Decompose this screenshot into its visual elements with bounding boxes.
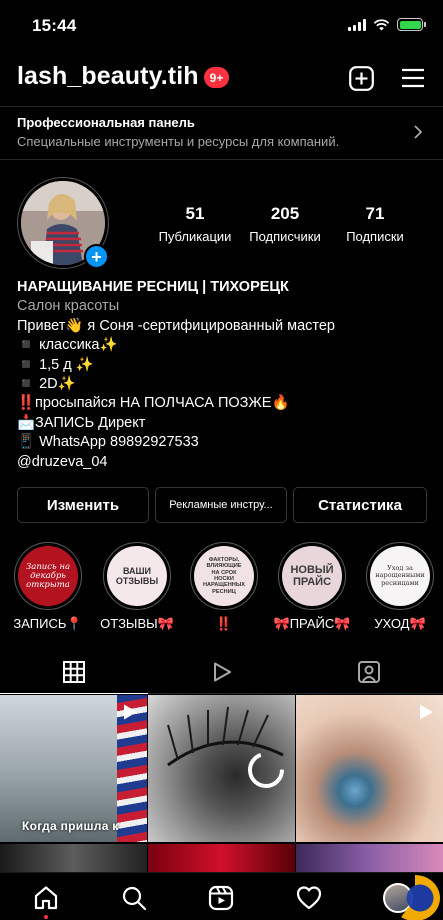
bio-line: ◾️ 2D✨ xyxy=(17,376,76,393)
stat-posts-label: Публикации xyxy=(158,229,232,244)
post-thumbnail[interactable] xyxy=(0,844,147,874)
tab-grid[interactable] xyxy=(0,650,148,694)
bio-line: ◾️ 1,5 д ✨ xyxy=(17,356,94,373)
highlight-reviews[interactable]: ВАШИ ОТЗЫВЫ ОТЗЫВЫ🎀 xyxy=(97,542,177,632)
highlight-booking[interactable]: Запись на декабрь открыта ЗАПИСЬ📍 xyxy=(8,542,88,632)
stat-followers-value: 205 xyxy=(270,204,300,223)
pro-panel-title: Профессиональная панель xyxy=(17,115,195,130)
highlight-factors[interactable]: ФАКТОРЫ, ВЛИЯЮЩИЕ НА СРОК НОСКИ НАРАЩЕНН… xyxy=(184,542,264,632)
highlight-label: УХОД🎀 xyxy=(374,616,426,631)
post-thumbnail[interactable] xyxy=(148,695,295,842)
highlight-label: ‼️ xyxy=(215,616,233,631)
post-thumbnail[interactable] xyxy=(296,844,443,874)
post-thumbnail[interactable]: Когда пришла к xyxy=(0,695,147,842)
highlight-cover-text: Уход за нарощенными ресницами xyxy=(370,546,430,606)
stat-followers[interactable]: 205 Подписчики xyxy=(240,204,330,244)
content-tabs xyxy=(0,650,443,694)
highlight-label: ОТЗЫВЫ🎀 xyxy=(100,616,174,631)
add-story-button[interactable]: + xyxy=(84,244,109,269)
bio-mention-link[interactable]: @druzeva_04 xyxy=(17,453,427,472)
reels-icon[interactable] xyxy=(208,885,234,911)
signal-icon xyxy=(348,18,366,31)
ad-tools-button[interactable]: Рекламные инстру... xyxy=(155,487,287,523)
highlight-cover-text: Запись на декабрь открыта xyxy=(18,546,78,606)
stat-posts-value: 51 xyxy=(185,204,205,223)
tab-tagged[interactable] xyxy=(295,650,443,693)
heart-icon[interactable] xyxy=(296,885,322,911)
bio-whatsapp: 📱 WhatsApp 89892927533 xyxy=(17,434,199,451)
grid-icon xyxy=(62,660,85,683)
edit-profile-button[interactable]: Изменить xyxy=(17,487,149,523)
tagged-icon xyxy=(358,660,381,683)
highlight-cover-text: ВАШИ ОТЗЫВЫ xyxy=(107,546,167,606)
stat-following[interactable]: 71 Подписки xyxy=(330,204,420,244)
stat-posts[interactable]: 51 Публикации xyxy=(150,204,240,244)
stat-following-value: 71 xyxy=(365,204,385,223)
highlight-cover: ВАШИ ОТЗЫВЫ xyxy=(103,542,171,610)
bio-line: ‼️просыпайся НА ПОЛЧАСА ПОЗЖЕ🔥 xyxy=(17,395,290,412)
eye-lashes-image xyxy=(167,706,284,788)
home-notification-dot xyxy=(44,915,48,919)
story-highlights: Запись на декабрь открыта ЗАПИСЬ📍 ВАШИ О… xyxy=(0,542,443,637)
post-thumbnail[interactable] xyxy=(296,695,443,842)
highlight-price[interactable]: НОВЫЙ ПРАЙС 🎀ПРАЙС🎀 xyxy=(272,542,352,632)
status-icons xyxy=(348,18,426,31)
highlight-cover-text: ФАКТОРЫ, ВЛИЯЮЩИЕ НА СРОК НОСКИ НАРАЩЕНН… xyxy=(194,546,254,606)
add-post-icon[interactable] xyxy=(349,66,374,91)
bio-line: ◾️ классика✨ xyxy=(17,337,118,354)
post-grid: Когда пришла к xyxy=(0,695,443,875)
battery-icon xyxy=(397,18,426,31)
bio-line: Привет👋 я Соня -сертифицированный мастер xyxy=(17,317,335,334)
highlight-care[interactable]: Уход за нарощенными ресницами УХОД🎀 xyxy=(360,542,440,632)
bio-name: НАРАЩИВАНИЕ РЕСНИЦ | ТИХОРЕЦК xyxy=(17,279,289,295)
menu-icon[interactable] xyxy=(401,67,425,89)
tab-reels[interactable] xyxy=(148,650,296,693)
play-icon xyxy=(213,662,231,681)
highlight-cover: Уход за нарощенными ресницами xyxy=(366,542,434,610)
status-bar: 15:44 xyxy=(0,0,443,52)
pro-panel-subtitle: Специальные инструменты и ресурсы для ко… xyxy=(17,134,340,149)
username[interactable]: lash_beauty.tih xyxy=(17,62,199,91)
stat-followers-label: Подписчики xyxy=(249,229,321,244)
profile-bio: НАРАЩИВАНИЕ РЕСНИЦ | ТИХОРЕЦК Салон крас… xyxy=(17,278,427,472)
post-caption: Когда пришла к xyxy=(22,819,119,833)
highlight-cover: НОВЫЙ ПРАЙС xyxy=(278,542,346,610)
status-time: 15:44 xyxy=(32,16,77,35)
highlight-label: ЗАПИСЬ📍 xyxy=(13,616,83,631)
reel-icon xyxy=(420,704,433,720)
profile-stats: 51 Публикации 205 Подписчики 71 Подписки xyxy=(150,204,420,244)
highlight-cover-text: НОВЫЙ ПРАЙС xyxy=(282,546,342,606)
stat-following-label: Подписки xyxy=(346,229,404,244)
professional-dashboard[interactable]: Профессиональная панель Специальные инст… xyxy=(0,106,443,160)
bio-category: Салон красоты xyxy=(17,298,120,315)
wifi-icon xyxy=(373,18,390,30)
highlight-cover: ФАКТОРЫ, ВЛИЯЮЩИЕ НА СРОК НОСКИ НАРАЩЕНН… xyxy=(190,542,258,610)
search-icon[interactable] xyxy=(121,885,147,911)
highlight-label: 🎀ПРАЙС🎀 xyxy=(273,616,351,631)
overlay-logo-icon xyxy=(390,875,440,920)
bio-line: 📩ЗАПИСЬ Директ xyxy=(17,414,146,431)
chevron-right-icon xyxy=(414,125,423,139)
home-icon[interactable] xyxy=(33,885,59,911)
insights-button[interactable]: Статистика xyxy=(293,487,427,523)
profile-header: lash_beauty.tih 9+ xyxy=(0,56,443,102)
notification-badge[interactable]: 9+ xyxy=(204,67,229,88)
profile-actions: Изменить Рекламные инстру... Статистика xyxy=(17,487,427,523)
post-thumbnail[interactable] xyxy=(148,844,295,874)
bottom-nav xyxy=(0,872,443,920)
highlight-cover: Запись на декабрь открыта xyxy=(14,542,82,610)
reel-icon xyxy=(124,704,137,720)
